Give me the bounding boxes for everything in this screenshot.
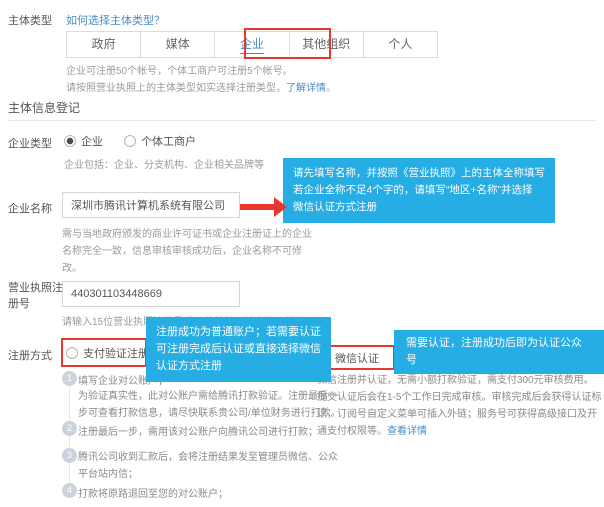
registration-form: 主体类型 如何选择主体类型？ 政府 媒体 企业 其他组织 个人 企业可注册50个…	[0, 0, 604, 507]
step-4-text: 打款将原路退回至您的对公账户；	[78, 485, 228, 500]
red-arrow-icon	[240, 204, 276, 210]
wechat-verify-label: 微信认证	[335, 353, 379, 365]
section-title: 主体信息登记	[8, 99, 80, 116]
view-details-link[interactable]: 查看详情	[387, 426, 427, 437]
learn-more-link[interactable]: 了解详情	[286, 83, 326, 94]
step-2-badge: 2	[62, 421, 77, 436]
subject-type-label: 主体类型	[8, 12, 52, 28]
license-label: 营业执照注册号	[8, 280, 65, 312]
company-name-label: 企业名称	[8, 200, 52, 216]
wechat-verify-tooltip: 需要认证，注册成功后即为认证公众号	[394, 330, 604, 374]
company-name-input[interactable]	[62, 192, 240, 218]
pay-verify-label: 支付验证注册	[83, 348, 149, 360]
tab-other-org[interactable]: 其他组织	[289, 32, 363, 57]
section-divider	[8, 120, 596, 121]
license-input[interactable]	[62, 281, 240, 307]
company-type-radios: 企业 个体工商户	[64, 133, 196, 149]
how-to-choose-link[interactable]: 如何选择主体类型？	[66, 12, 165, 28]
company-type-note: 企业包括：企业、分支机构、企业相关品牌等	[64, 156, 264, 171]
tab-media[interactable]: 媒体	[140, 32, 214, 57]
company-name-note: 需与当地政府颁发的商业许可证书或企业注册证上的企业名称完全一致，信息审核审核成功…	[62, 226, 316, 277]
tab-personal[interactable]: 个人	[363, 32, 437, 57]
radio-enterprise-label: 企业	[81, 136, 103, 148]
step-4-badge: 4	[62, 483, 77, 498]
step-1-subtext: 为验证真实性，此对公账户需给腾讯打款验证。注册最后一步可查看打款信息，请尽快联系…	[78, 388, 342, 422]
radio-enterprise[interactable]	[64, 135, 76, 147]
subject-type-tabs: 政府 媒体 企业 其他组织 个人	[66, 31, 438, 58]
subject-type-note1: 企业可注册50个帐号，个体工商户可注册5个帐号。	[66, 62, 293, 77]
radio-pay-verify[interactable]	[66, 347, 78, 359]
tab-enterprise[interactable]: 企业	[214, 32, 288, 57]
red-arrowhead-icon	[274, 197, 287, 217]
tab-government[interactable]: 政府	[67, 32, 140, 57]
step-3-badge: 3	[62, 448, 77, 463]
radio-individual[interactable]	[124, 135, 136, 147]
step-2-text: 注册最后一步，需用该对公账户向腾讯公司进行打款；	[78, 423, 318, 438]
company-type-label: 企业类型	[8, 135, 52, 151]
step-1-badge: 1	[62, 371, 77, 386]
wechat-verify-description: 微信注册并认证，无需小额打款验证，需支付300元审核费用。提交认证后会在1-5个…	[317, 372, 603, 440]
step-3-text: 腾讯公司收到汇款后，会将注册结果发至管理员微信、公众平台站内信；	[78, 449, 344, 483]
pay-verify-option: 支付验证注册	[66, 345, 149, 361]
pay-verify-tooltip: 注册成功为普通账户；若需要认证 可注册完成后认证或直接选择微信 认证方式注册	[146, 317, 331, 382]
subject-type-note2: 请按照营业执照上的主体类型如实选择注册类型，了解详情。	[66, 79, 336, 94]
company-name-tooltip: 请先填写名称，并按照《营业执照》上的主体全称填写 若企业全称不足4个字的，请填写…	[283, 158, 555, 223]
radio-individual-label: 个体工商户	[141, 136, 196, 148]
register-method-label: 注册方式	[8, 347, 52, 363]
